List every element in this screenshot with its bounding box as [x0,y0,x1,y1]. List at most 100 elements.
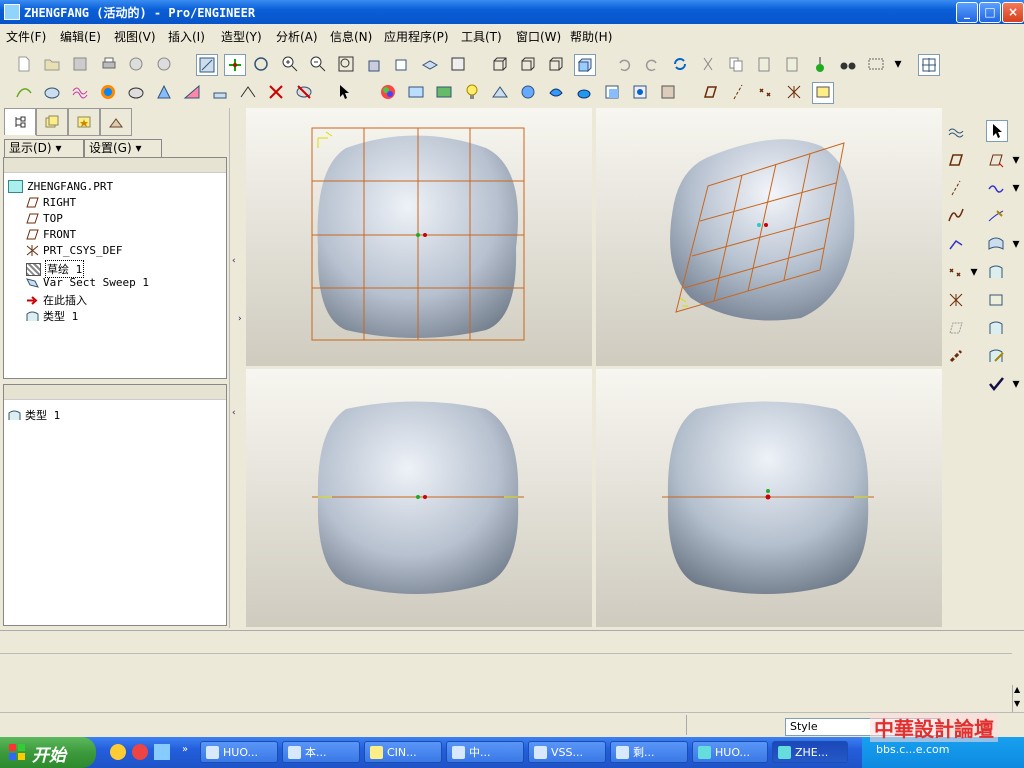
tree-item-insert-here[interactable]: 在此插入 [26,292,87,308]
quicklaunch-player-icon[interactable] [132,744,148,760]
tree-item-front[interactable]: FRONT [26,228,76,241]
tree-item-right[interactable]: RIGHT [26,196,76,209]
orient-mode-icon[interactable] [251,54,271,74]
view-manager-icon[interactable] [448,54,468,74]
coordinate-system-icon[interactable] [946,290,966,310]
point-drop-icon[interactable] [946,262,966,282]
task-button-1[interactable]: HUO... [200,741,278,763]
paste-icon[interactable] [754,54,774,74]
spin-center-icon[interactable] [224,54,246,76]
render-region-icon[interactable] [630,82,650,102]
save-icon[interactable] [70,54,90,74]
close-button[interactable]: × [1002,2,1024,23]
boundary-surface-icon[interactable] [986,234,1006,254]
minimize-button[interactable]: _ [956,2,978,23]
undo-icon[interactable] [614,54,634,74]
print-icon[interactable] [99,54,119,74]
axis-tool-icon[interactable] [728,82,748,102]
task-button-3[interactable]: CIN... [364,741,442,763]
link-chain-icon[interactable] [946,346,966,366]
context-help-icon[interactable] [336,82,356,102]
dihedral-icon[interactable] [238,82,258,102]
delete-analysis-icon[interactable] [266,82,286,102]
chevron-down-icon[interactable]: ▾ [1006,374,1024,394]
zoom-out-icon[interactable] [308,54,328,74]
send-mail-icon[interactable] [126,54,146,74]
menu-insert[interactable]: 插入(I) [168,28,205,45]
render-window-icon[interactable] [546,82,566,102]
new-file-icon[interactable] [14,54,34,74]
menu-analysis[interactable]: 分析(A) [276,28,318,45]
active-plane-icon[interactable] [946,150,966,170]
tree-item-top[interactable]: TOP [26,212,63,225]
zoom-in-icon[interactable] [280,54,300,74]
chevron-down-icon[interactable]: ▾ [1006,150,1024,170]
style-feature-tool-icon[interactable] [812,82,834,104]
menu-applications[interactable]: 应用程序(P) [384,28,449,45]
expand-right-icon[interactable]: › [238,314,242,324]
sketch-plane-icon[interactable] [946,318,966,338]
collapse-left-icon[interactable]: ‹ [232,408,236,418]
slope-icon[interactable] [182,82,202,102]
csys-tool-icon[interactable] [784,82,804,102]
menu-window[interactable]: 窗口(W) [516,28,561,45]
menu-help[interactable]: 帮助(H) [570,28,612,45]
grid-toggle-icon[interactable] [918,54,940,76]
tree-item-style[interactable]: 类型 1 [26,308,78,324]
chevron-down-icon[interactable]: ▾ [964,262,984,282]
title-bar[interactable]: ZHENGFANG (活动的) - Pro/ENGINEER _ □ × [0,0,1024,24]
menu-style[interactable]: 造型(Y) [221,28,262,45]
task-button-8[interactable]: ZHE... [772,741,848,763]
curve-analysis-icon[interactable] [14,82,34,102]
chevron-down-icon[interactable]: ▾ [888,54,908,74]
draft-icon[interactable] [154,82,174,102]
checkmark-done-icon[interactable] [986,374,1006,394]
scroll-up-icon[interactable]: ▲ [1014,685,1020,694]
repaint-icon[interactable] [196,54,218,76]
curve-tool-icon[interactable] [986,178,1006,198]
copy-icon[interactable] [726,54,746,74]
layers-icon[interactable] [420,54,440,74]
quicklaunch-desktop-icon[interactable] [154,744,170,760]
viewport-bottom-right[interactable] [596,369,942,627]
selection-box-icon[interactable] [866,54,886,74]
teapot-icon[interactable] [574,82,594,102]
search-binoculars-icon[interactable] [838,54,858,74]
room-editor-icon[interactable] [434,82,454,102]
internal-plane-icon[interactable] [986,150,1006,170]
perspective-icon[interactable] [490,82,510,102]
hidden-line-icon[interactable] [518,54,538,74]
quicklaunch-qq-icon[interactable] [110,744,126,760]
style-tree-item[interactable]: 类型 1 [8,407,60,423]
no-hidden-icon[interactable] [546,54,566,74]
point-tool-icon[interactable] [756,82,776,102]
edit-curve-icon[interactable] [986,206,1006,226]
chevron-down-icon[interactable]: ▾ [1006,234,1024,254]
display-dropdown[interactable]: 显示(D) ▾ [4,139,84,158]
viewport-top-left[interactable] [246,108,592,366]
tab-favorites[interactable] [68,108,100,136]
chevron-down-icon[interactable]: ▾ [1006,178,1024,198]
tab-model-tree[interactable] [4,108,36,135]
surface-trim-icon[interactable] [986,290,1006,310]
wireframe-icon[interactable] [490,54,510,74]
start-button[interactable]: 开始 [0,737,96,768]
style-settings-icon[interactable] [946,122,966,142]
model-player-icon[interactable] [810,54,830,74]
message-scrollbar[interactable]: ▲ ▼ [1012,685,1024,713]
tree-item-part[interactable]: ZHENGFANG.PRT [8,180,113,193]
surface-pen-icon[interactable] [986,346,1006,366]
redo-icon[interactable] [642,54,662,74]
menu-info[interactable]: 信息(N) [330,28,372,45]
photo-render-icon[interactable] [602,82,622,102]
gaussian-icon[interactable] [98,82,118,102]
open-folder-icon[interactable] [42,54,62,74]
task-button-6[interactable]: 剩... [610,741,688,763]
menu-edit[interactable]: 编辑(E) [60,28,101,45]
settings-dropdown[interactable]: 设置(G) ▾ [84,139,162,158]
maximize-button[interactable]: □ [979,2,1001,23]
task-button-4[interactable]: 中... [446,741,524,763]
tab-folder-browser[interactable] [36,108,68,136]
task-button-7[interactable]: HUO... [692,741,768,763]
shading-icon[interactable] [574,54,596,76]
